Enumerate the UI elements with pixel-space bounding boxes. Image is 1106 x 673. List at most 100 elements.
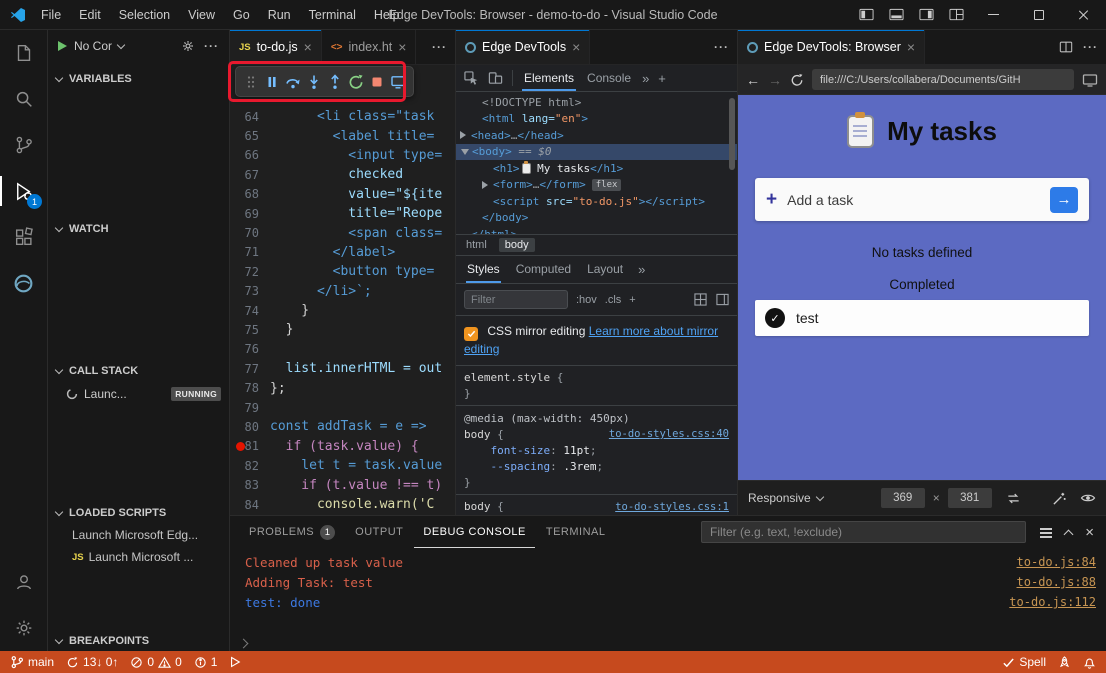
tab-index-html[interactable]: <> index.ht <box>322 30 417 64</box>
breakpoints-section-header[interactable]: BREAKPOINTS <box>48 630 229 652</box>
device-emulation-icon[interactable] <box>488 71 503 86</box>
submit-task-button[interactable] <box>1050 187 1078 213</box>
loaded-scripts-section-header[interactable]: LOADED SCRIPTS <box>48 502 229 524</box>
wand-icon[interactable] <box>1052 491 1067 506</box>
more-tabs-icon[interactable]: » <box>638 262 645 277</box>
debug-config-dropdown[interactable]: No Cor <box>74 39 124 53</box>
collapse-icon[interactable] <box>461 149 469 155</box>
maximize-button[interactable] <box>1016 0 1061 29</box>
mirror-editing-checkbox[interactable] <box>464 327 478 341</box>
close-tab-icon[interactable] <box>907 40 915 54</box>
stylesheet-link[interactable]: to-do-styles.css:40 <box>609 428 729 440</box>
screencast-icon[interactable] <box>1082 72 1098 88</box>
grid-overlay-icon[interactable] <box>694 293 707 306</box>
tab-problems[interactable]: PROBLEMS 1 <box>240 516 344 548</box>
close-panel-icon[interactable] <box>1085 525 1094 540</box>
eye-icon[interactable] <box>1080 490 1096 506</box>
add-tool-icon[interactable]: + <box>658 71 666 86</box>
element-states-button[interactable]: :hov <box>576 294 597 306</box>
url-bar[interactable] <box>812 69 1074 90</box>
tab-styles[interactable]: Styles <box>466 257 501 283</box>
dom-node[interactable]: <head>…</head> <box>456 127 737 144</box>
console-row[interactable]: Adding Task: test to-do.js:88 <box>230 572 1106 592</box>
step-into-icon[interactable] <box>304 70 324 94</box>
rotate-viewport-icon[interactable] <box>1006 491 1021 506</box>
explorer-icon[interactable] <box>0 30 47 76</box>
step-out-icon[interactable] <box>325 70 345 94</box>
problems-indicator[interactable]: 0 0 <box>130 651 181 673</box>
new-style-rule-button[interactable]: + <box>629 294 635 306</box>
menu-file[interactable]: File <box>32 0 70 29</box>
tab-to-do-js[interactable]: JS to-do.js <box>230 30 322 64</box>
tab-computed[interactable]: Computed <box>515 257 572 283</box>
source-link[interactable]: to-do.js:112 <box>1009 595 1096 609</box>
dom-node[interactable]: </html> <box>456 226 737 234</box>
css-rule-line[interactable]: } <box>456 386 737 407</box>
variables-section-header[interactable]: VARIABLES <box>48 68 229 90</box>
completed-task-row[interactable]: test <box>755 300 1089 336</box>
call-stack-section-header[interactable]: CALL STACK <box>48 360 229 382</box>
drag-handle-icon[interactable] <box>241 70 261 94</box>
dom-node[interactable]: <script src="to-do.js"></script> <box>456 193 737 210</box>
element-classes-button[interactable]: .cls <box>605 294 622 306</box>
add-task-placeholder[interactable]: Add a task <box>787 192 853 208</box>
css-rule-line[interactable]: body {to-do-styles.css:1 <box>456 499 737 515</box>
menu-selection[interactable]: Selection <box>110 0 179 29</box>
inspect-element-icon[interactable] <box>464 71 479 86</box>
css-rule-line[interactable]: font-size: 11pt; <box>456 442 737 458</box>
rocket-icon[interactable] <box>1058 651 1071 673</box>
customize-layout-icon[interactable] <box>941 0 971 29</box>
scrollbar[interactable] <box>729 98 735 170</box>
dom-node[interactable]: <!DOCTYPE html> <box>456 94 737 111</box>
menu-run[interactable]: Run <box>259 0 300 29</box>
edge-tools-icon[interactable] <box>0 260 47 306</box>
pause-icon[interactable] <box>262 70 282 94</box>
source-link[interactable]: to-do.js:84 <box>1017 555 1096 569</box>
close-tab-icon[interactable] <box>398 40 406 54</box>
start-debug-icon[interactable] <box>58 41 67 51</box>
tab-edge-devtools-browser[interactable]: Edge DevTools: Browser <box>738 30 925 64</box>
stop-icon[interactable] <box>367 70 387 94</box>
styles-filter-input[interactable] <box>464 290 568 309</box>
search-icon[interactable] <box>0 76 47 122</box>
css-rule-line[interactable]: element.style { <box>456 370 737 386</box>
code-editor[interactable]: 64 <li class="task65 <label title=66 <in… <box>230 65 455 515</box>
tab-elements[interactable]: Elements <box>522 66 576 91</box>
check-icon[interactable] <box>765 308 785 328</box>
call-stack-item[interactable]: Launc... RUNNING <box>48 383 229 405</box>
sync-indicator[interactable]: 13↓ 0↑ <box>66 651 118 673</box>
dom-tree[interactable]: <!DOCTYPE html><html lang="en"><head>…</… <box>456 92 737 234</box>
console-row[interactable]: Cleaned up task value to-do.js:84 <box>230 552 1106 572</box>
views-more-actions-icon[interactable]: ··· <box>204 39 219 53</box>
run-debug-icon[interactable]: 1 <box>0 168 47 214</box>
menu-view[interactable]: View <box>179 0 224 29</box>
console-filter-input[interactable] <box>701 521 1026 543</box>
tab-layout[interactable]: Layout <box>586 257 624 283</box>
close-tab-icon[interactable] <box>572 40 580 54</box>
reload-icon[interactable] <box>790 73 804 87</box>
close-browser-window-icon[interactable] <box>388 70 408 94</box>
toggle-primary-sidebar-icon[interactable] <box>851 0 881 29</box>
toggle-panel-icon[interactable] <box>881 0 911 29</box>
step-over-icon[interactable] <box>283 70 303 94</box>
console-options-icon[interactable] <box>1040 528 1052 530</box>
breakpoint-dot[interactable] <box>236 442 245 451</box>
restart-icon[interactable] <box>346 70 366 94</box>
dom-node[interactable]: <html lang="en"> <box>456 111 737 128</box>
more-tabs-icon[interactable]: » <box>642 71 649 86</box>
expand-icon[interactable] <box>482 181 488 189</box>
breadcrumb-html[interactable]: html <box>466 239 487 251</box>
toggle-secondary-sidebar-icon[interactable] <box>911 0 941 29</box>
tab-console[interactable]: Console <box>585 66 633 91</box>
settings-gear-icon[interactable] <box>0 605 47 651</box>
debug-status-icon[interactable] <box>229 651 241 673</box>
source-link[interactable]: to-do.js:88 <box>1017 575 1096 589</box>
css-rule-line[interactable]: body {to-do-styles.css:40 <box>456 426 737 442</box>
forward-icon[interactable]: → <box>768 72 782 88</box>
stylesheet-link[interactable]: to-do-styles.css:1 <box>615 501 729 513</box>
dom-node[interactable]: <form>…</form>flex <box>456 177 737 194</box>
watch-section-header[interactable]: WATCH <box>48 218 229 240</box>
device-mode-dropdown[interactable]: Responsive <box>748 491 823 505</box>
viewport-height-input[interactable] <box>948 488 992 508</box>
dom-node[interactable]: </body> <box>456 210 737 227</box>
